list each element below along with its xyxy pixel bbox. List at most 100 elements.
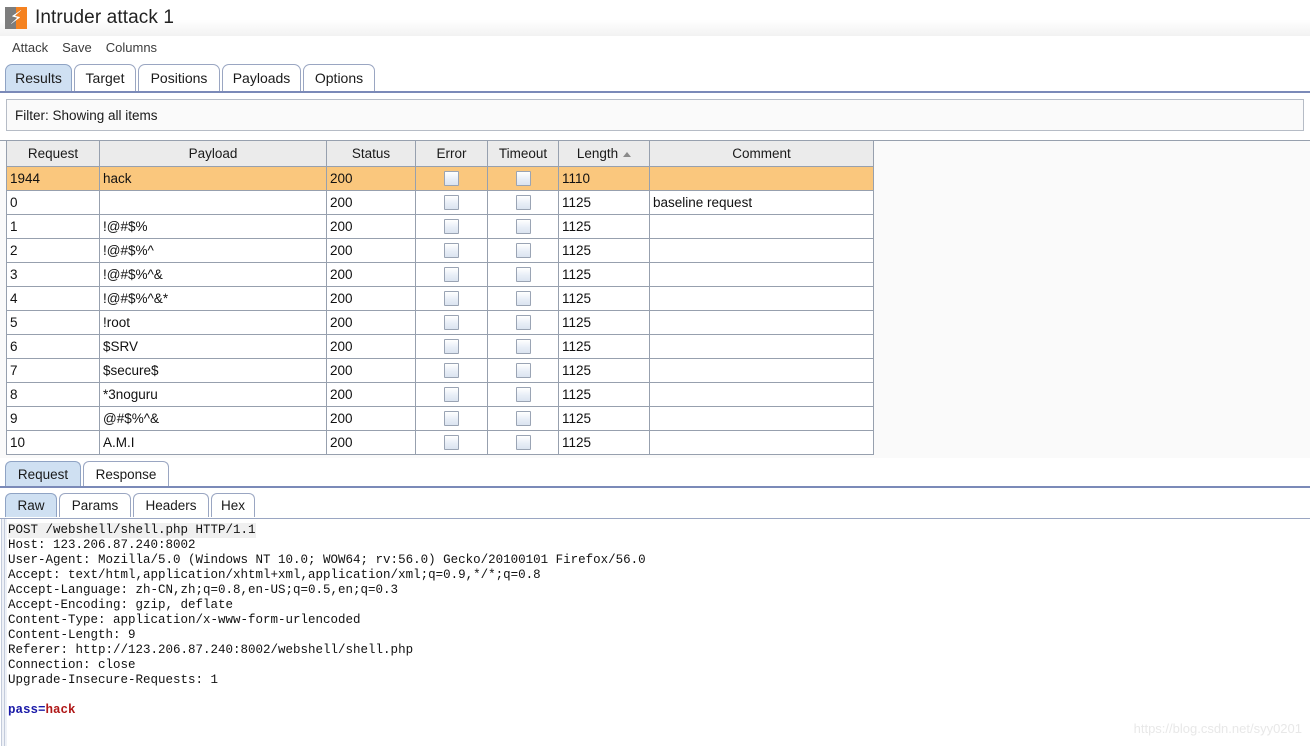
cell-timeout <box>487 262 559 287</box>
error-checkbox[interactable] <box>444 242 459 258</box>
timeout-checkbox[interactable] <box>515 170 531 186</box>
tab-payloads[interactable]: Payloads <box>222 64 301 91</box>
cell-payload <box>99 190 327 215</box>
table-row[interactable]: 2 !@#$%^ 200 1125 <box>6 238 874 263</box>
column-header-status[interactable]: Status <box>326 141 416 167</box>
error-checkbox[interactable] <box>444 410 459 426</box>
cell-length: 1125 <box>558 334 650 359</box>
cell-payload: $secure$ <box>99 358 327 383</box>
column-header-error[interactable]: Error <box>415 141 488 167</box>
error-checkbox[interactable] <box>444 362 459 378</box>
column-header-label: Length <box>576 145 619 161</box>
raw-header-line: Referer: http://123.206.87.240:8002/webs… <box>8 643 414 657</box>
cell-timeout <box>487 430 559 455</box>
cell-timeout <box>487 406 559 431</box>
filter-bar[interactable]: Filter: Showing all items <box>6 99 1304 131</box>
error-checkbox[interactable] <box>444 194 459 210</box>
cell-request: 4 <box>6 286 100 311</box>
cell-length: 1125 <box>558 358 650 383</box>
tab-request[interactable]: Request <box>5 461 81 486</box>
tab-raw[interactable]: Raw <box>5 493 57 517</box>
error-checkbox[interactable] <box>444 170 459 186</box>
menu-item-columns[interactable]: Columns <box>99 39 164 56</box>
error-checkbox[interactable] <box>444 290 459 306</box>
tab-positions[interactable]: Positions <box>138 64 220 91</box>
timeout-checkbox[interactable] <box>515 218 531 234</box>
table-row[interactable]: 9 @#$%^& 200 1125 <box>6 406 874 431</box>
cell-timeout <box>487 334 559 359</box>
tab-params[interactable]: Params <box>59 493 131 517</box>
cell-timeout <box>487 382 559 407</box>
timeout-checkbox[interactable] <box>515 266 531 282</box>
table-row[interactable]: 3 !@#$%^& 200 1125 <box>6 262 874 287</box>
menu-item-attack[interactable]: Attack <box>5 39 55 56</box>
table-row[interactable]: 1944 hack 200 1110 <box>6 166 874 191</box>
cell-timeout <box>487 286 559 311</box>
tab-options[interactable]: Options <box>303 64 375 91</box>
cell-payload: !@#$% <box>99 214 327 239</box>
cell-error <box>415 238 488 263</box>
error-checkbox[interactable] <box>444 434 459 450</box>
table-row[interactable]: 0 200 1125 baseline request <box>6 190 874 215</box>
cell-status: 200 <box>326 166 416 191</box>
intruder-attack-window: ⚡ Intruder attack 1 Attack Save Columns … <box>0 0 1310 746</box>
cell-comment <box>649 406 874 431</box>
tab-hex[interactable]: Hex <box>211 493 255 517</box>
cell-request: 9 <box>6 406 100 431</box>
lightning-bolt-icon: ⚡ <box>5 7 27 29</box>
column-header-label: Status <box>351 145 391 161</box>
timeout-checkbox[interactable] <box>515 242 531 258</box>
column-header-payload[interactable]: Payload <box>99 141 327 167</box>
timeout-checkbox[interactable] <box>515 338 531 354</box>
cell-status: 200 <box>326 310 416 335</box>
column-header-length[interactable]: Length <box>558 141 650 167</box>
filter-label: Filter: Showing all items <box>15 107 158 123</box>
tab-response[interactable]: Response <box>83 461 169 486</box>
timeout-checkbox[interactable] <box>515 194 531 210</box>
timeout-checkbox[interactable] <box>515 290 531 306</box>
table-header-row: Request Payload Status Error Timeout Length Co… <box>6 141 874 167</box>
column-header-comment[interactable]: Comment <box>649 141 874 167</box>
cell-comment <box>649 286 874 311</box>
menu-item-save[interactable]: Save <box>55 39 99 56</box>
error-checkbox[interactable] <box>444 386 459 402</box>
cell-request: 1944 <box>6 166 100 191</box>
sort-ascending-icon <box>623 151 632 157</box>
table-row[interactable]: 4 !@#$%^&* 200 1125 <box>6 286 874 311</box>
tab-results[interactable]: Results <box>5 64 72 91</box>
title-bar: ⚡ Intruder attack 1 <box>0 0 1310 36</box>
table-row[interactable]: 1 !@#$% 200 1125 <box>6 214 874 239</box>
timeout-checkbox[interactable] <box>515 362 531 378</box>
timeout-checkbox[interactable] <box>515 410 531 426</box>
cell-payload: *3noguru <box>99 382 327 407</box>
timeout-checkbox[interactable] <box>515 386 531 402</box>
cell-comment <box>649 262 874 287</box>
cell-status: 200 <box>326 406 416 431</box>
cell-length: 1125 <box>558 382 650 407</box>
cell-status: 200 <box>326 430 416 455</box>
error-checkbox[interactable] <box>444 218 459 234</box>
error-checkbox[interactable] <box>444 266 459 282</box>
error-checkbox[interactable] <box>444 314 459 330</box>
column-header-timeout[interactable]: Timeout <box>487 141 559 167</box>
tab-headers[interactable]: Headers <box>133 493 209 517</box>
menu-bar: Attack Save Columns <box>0 36 1310 58</box>
table-row[interactable]: 7 $secure$ 200 1125 <box>6 358 874 383</box>
cell-timeout <box>487 166 559 191</box>
column-header-request[interactable]: Request <box>6 141 100 167</box>
tab-target[interactable]: Target <box>74 64 136 91</box>
cell-status: 200 <box>326 382 416 407</box>
table-row[interactable]: 10 A.M.I 200 1125 <box>6 430 874 455</box>
table-row[interactable]: 6 $SRV 200 1125 <box>6 334 874 359</box>
error-checkbox[interactable] <box>444 338 459 354</box>
watermark: https://blog.csdn.net/syy0201 <box>1133 721 1302 736</box>
cell-request: 0 <box>6 190 100 215</box>
cell-length: 1125 <box>558 310 650 335</box>
timeout-checkbox[interactable] <box>515 434 531 450</box>
cell-payload: !@#$%^&* <box>99 286 327 311</box>
table-row[interactable]: 8 *3noguru 200 1125 <box>6 382 874 407</box>
table-row[interactable]: 5 !root 200 1125 <box>6 310 874 335</box>
timeout-checkbox[interactable] <box>515 314 531 330</box>
raw-request-viewer[interactable]: POST /webshell/shell.php HTTP/1.1 Host: … <box>0 519 1310 746</box>
cell-error <box>415 166 488 191</box>
